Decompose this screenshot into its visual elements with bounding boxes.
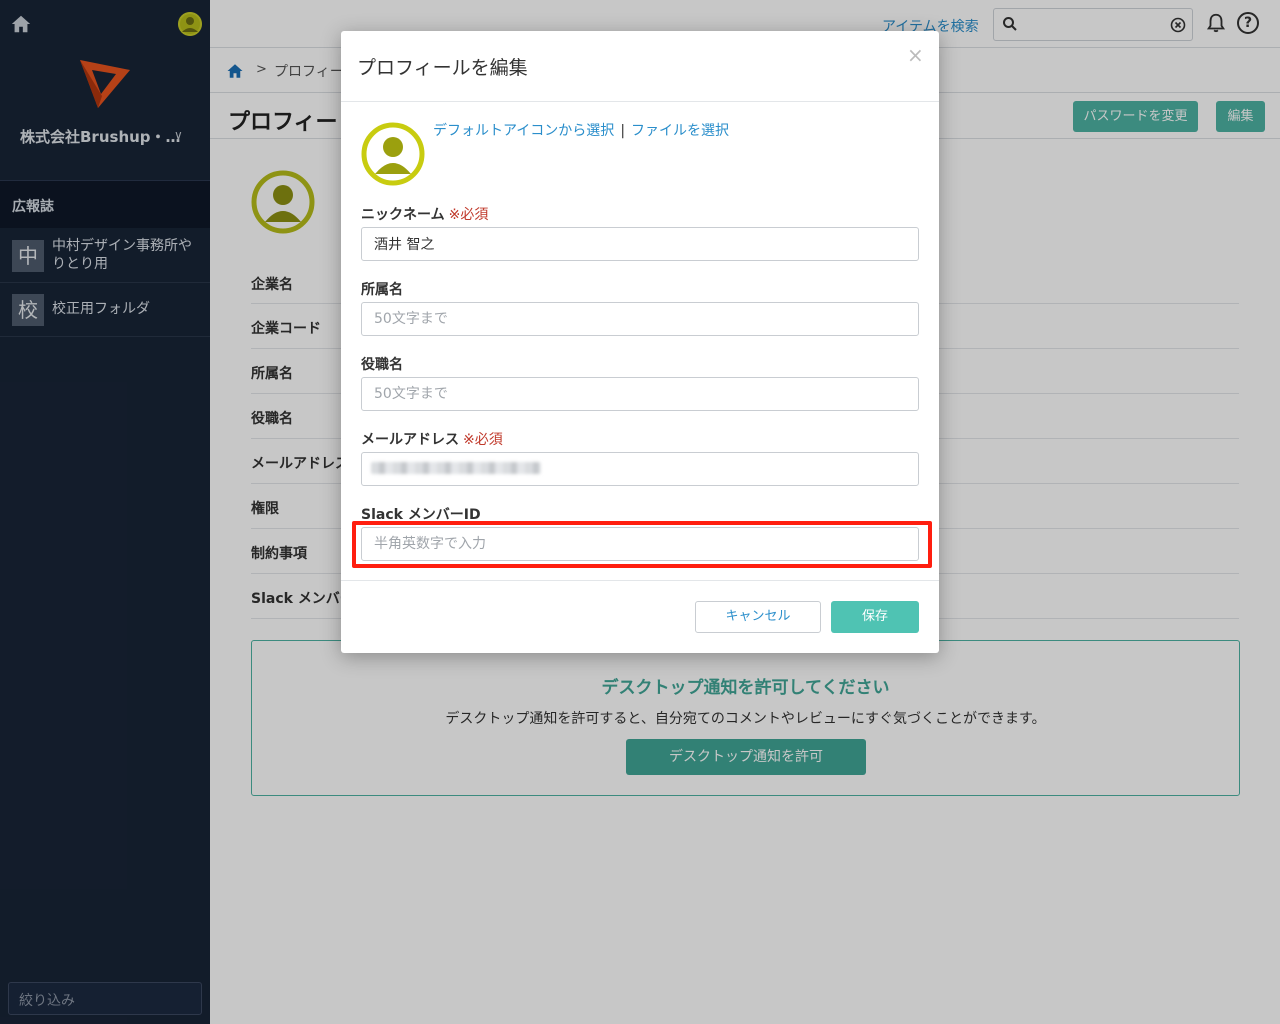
blurred-email-value <box>371 462 541 474</box>
required-mark: ※必須 <box>463 432 503 448</box>
modal-title: プロフィールを編集 <box>357 57 528 79</box>
email-label: メールアドレス ※必須 <box>361 429 503 449</box>
modal-footer-divider <box>341 580 939 581</box>
highlight-box <box>352 521 932 568</box>
cancel-button[interactable]: キャンセル <box>695 601 821 633</box>
save-button[interactable]: 保存 <box>831 601 919 633</box>
label-text: メールアドレス <box>361 432 459 448</box>
avatar-preview-icon <box>361 122 425 186</box>
close-icon[interactable]: × <box>907 45 924 65</box>
nickname-field[interactable] <box>361 227 919 261</box>
department-field[interactable] <box>361 302 919 336</box>
default-icon-link[interactable]: デフォルトアイコンから選択 <box>433 123 614 139</box>
avatar-links: デフォルトアイコンから選択 | ファイルを選択 <box>433 120 729 140</box>
required-mark: ※必須 <box>448 207 489 223</box>
edit-profile-modal: プロフィールを編集 × デフォルトアイコンから選択 | ファイルを選択 ニックネーム… <box>341 31 939 653</box>
position-label: 役職名 <box>361 357 403 373</box>
nickname-label: ニックネーム ※必須 <box>361 204 488 224</box>
link-separator: | <box>620 123 626 139</box>
label-text: ニックネーム <box>361 207 445 223</box>
department-label: 所属名 <box>361 282 403 298</box>
modal-header-divider <box>341 101 939 102</box>
position-field[interactable] <box>361 377 919 411</box>
choose-file-link[interactable]: ファイルを選択 <box>631 123 729 139</box>
